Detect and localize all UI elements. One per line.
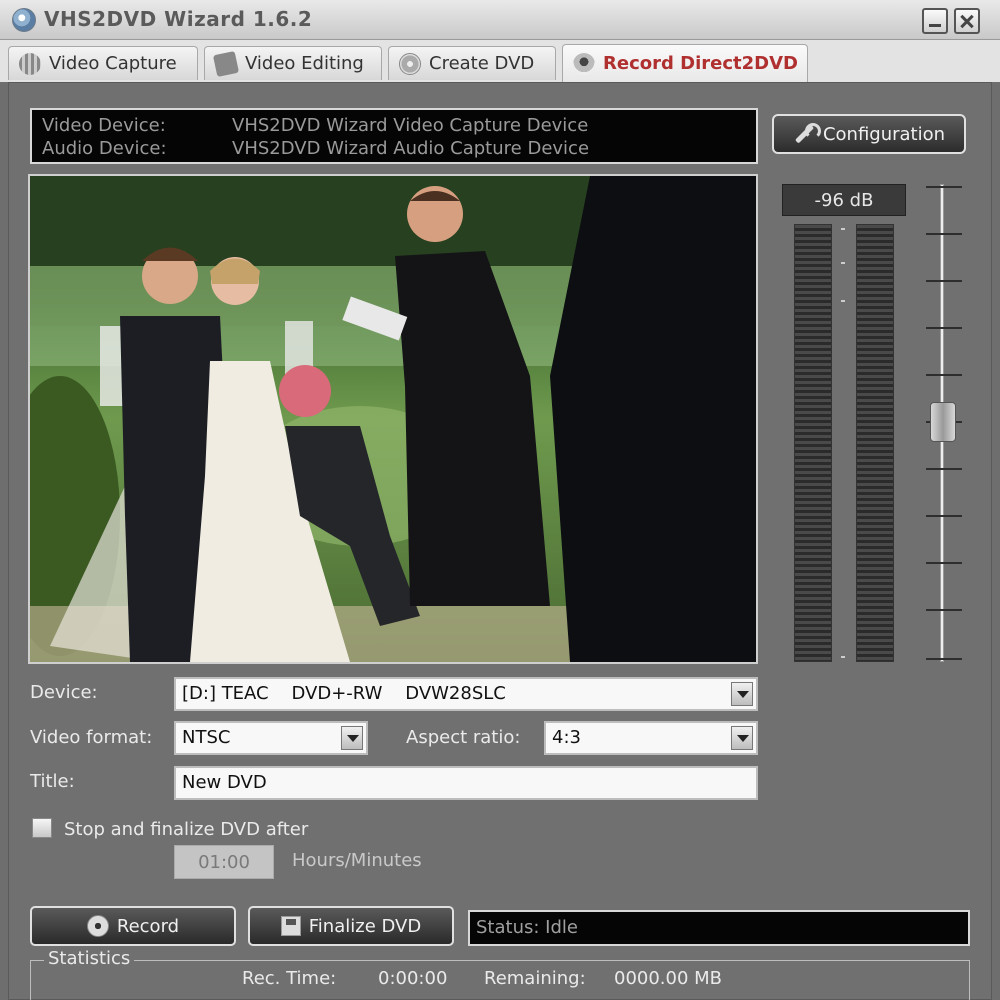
tab-label: Create DVD — [429, 53, 535, 74]
video-frame-image — [30, 176, 756, 662]
aspect-ratio-value: 4:3 — [552, 727, 581, 748]
slider-tick — [926, 515, 962, 517]
video-preview — [28, 174, 758, 664]
tab-create-dvd[interactable]: Create DVD — [388, 46, 556, 80]
audio-device-value: VHS2DVD Wizard Audio Capture Device — [232, 138, 590, 159]
edit-icon — [212, 50, 240, 77]
audio-meter-left — [794, 224, 832, 662]
statistics-title: Statistics — [44, 948, 135, 969]
remaining-value: 0000.00 MB — [614, 968, 723, 989]
slider-tick — [926, 280, 962, 282]
close-button[interactable] — [954, 8, 980, 34]
configuration-button[interactable]: Configuration — [772, 114, 966, 154]
chevron-down-icon[interactable] — [731, 726, 753, 750]
tab-label: Video Editing — [245, 53, 364, 74]
tab-video-capture[interactable]: Video Capture — [8, 46, 198, 80]
rec-time-label: Rec. Time: — [242, 968, 337, 989]
slider-tick — [926, 658, 962, 660]
device-select[interactable]: [D:] TEAC DVD+-RW DVW28SLC — [174, 677, 758, 711]
meter-scale-mark — [841, 228, 845, 230]
audio-level-readout: -96 dB — [782, 184, 906, 216]
record-button[interactable]: Record — [30, 906, 236, 946]
slider-tick — [926, 609, 962, 611]
slider-tick — [926, 562, 962, 564]
title-label: Title: — [30, 771, 75, 792]
save-icon — [280, 916, 301, 936]
audio-meter-right — [856, 224, 894, 662]
video-format-select[interactable]: NTSC — [174, 721, 368, 755]
slider-tick — [926, 186, 962, 188]
wrench-icon — [793, 123, 821, 145]
record-disc-icon — [86, 915, 109, 937]
configuration-button-label: Configuration — [822, 123, 946, 145]
window-title: VHS2DVD Wizard 1.6.2 — [44, 7, 313, 31]
disc-icon — [399, 52, 421, 75]
device-select-value: [D:] TEAC DVD+-RW DVW28SLC — [182, 683, 506, 704]
time-unit-label: Hours/Minutes — [292, 850, 422, 871]
finalize-time-input[interactable]: 01:00 — [174, 845, 274, 879]
title-input[interactable]: New DVD — [174, 766, 758, 800]
status-display: Status: Idle — [468, 910, 970, 946]
slider-tick — [926, 233, 962, 235]
aspect-ratio-label: Aspect ratio: — [406, 727, 521, 748]
app-disc-icon — [12, 8, 36, 32]
device-label: Device: — [30, 682, 98, 703]
title-bar: VHS2DVD Wizard 1.6.2 — [0, 0, 1000, 40]
film-reel-icon — [19, 52, 41, 75]
tab-record-direct2dvd[interactable]: Record Direct2DVD — [562, 44, 808, 82]
tab-label: Video Capture — [49, 53, 177, 74]
tab-strip: Video Capture Video Editing Create DVD R… — [0, 40, 1000, 82]
volume-slider-thumb[interactable] — [930, 402, 956, 442]
remaining-label: Remaining: — [484, 968, 586, 989]
finalize-dvd-button[interactable]: Finalize DVD — [248, 906, 454, 946]
slider-tick — [926, 327, 962, 329]
webcam-icon — [573, 52, 595, 75]
meter-scale-mark — [841, 300, 845, 302]
stop-finalize-checkbox[interactable] — [32, 818, 52, 838]
aspect-ratio-select[interactable]: 4:3 — [544, 721, 758, 755]
tab-video-editing[interactable]: Video Editing — [204, 46, 382, 80]
slider-tick — [926, 468, 962, 470]
video-format-value: NTSC — [182, 727, 231, 748]
rec-time-value: 0:00:00 — [378, 968, 448, 989]
device-info-display: Video Device: VHS2DVD Wizard Video Captu… — [30, 108, 758, 164]
chevron-down-icon[interactable] — [731, 682, 753, 706]
slider-tick — [926, 374, 962, 376]
video-device-value: VHS2DVD Wizard Video Capture Device — [232, 115, 589, 136]
finalize-dvd-button-label: Finalize DVD — [308, 915, 422, 937]
stop-finalize-label: Stop and finalize DVD after — [64, 819, 309, 840]
video-format-label: Video format: — [30, 727, 153, 748]
record-button-label: Record — [116, 915, 180, 937]
minimize-button[interactable] — [922, 8, 948, 34]
tab-label: Record Direct2DVD — [603, 53, 798, 74]
meter-scale-mark — [841, 656, 845, 658]
meter-scale-mark — [841, 262, 845, 264]
video-device-label: Video Device: — [42, 115, 166, 136]
audio-device-label: Audio Device: — [42, 138, 167, 159]
chevron-down-icon[interactable] — [341, 726, 363, 750]
